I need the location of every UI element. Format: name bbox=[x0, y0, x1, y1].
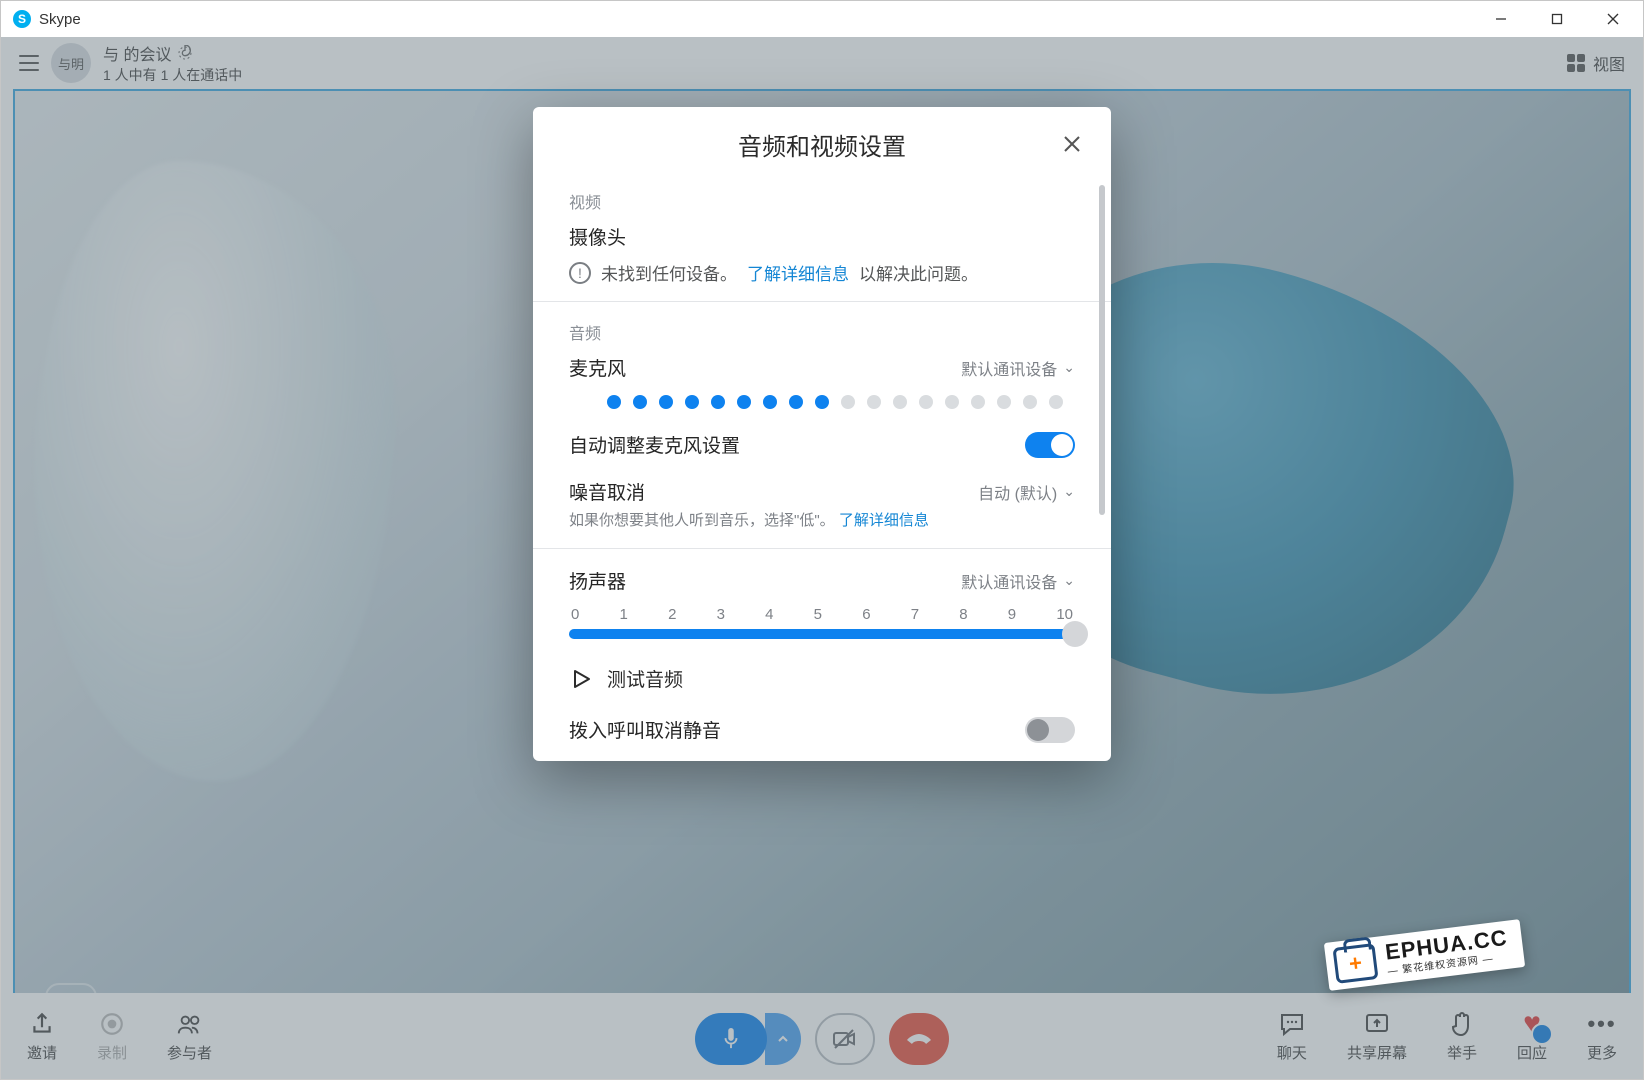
camera-not-found-text: 未找到任何设备。 bbox=[601, 260, 737, 285]
grid-icon bbox=[1567, 54, 1585, 72]
chevron-down-icon: ⌄ bbox=[1063, 572, 1075, 589]
window-minimize-button[interactable] bbox=[1473, 1, 1529, 37]
modal-title: 音频和视频设置 bbox=[738, 127, 906, 162]
camera-label: 摄像头 bbox=[569, 223, 1075, 250]
call-header: 与明 与 的会议 1 人中有 1 人在通话中 视图 bbox=[1, 37, 1643, 89]
hangup-icon bbox=[904, 1030, 934, 1048]
alert-icon: ! bbox=[569, 262, 591, 284]
share-screen-icon bbox=[1363, 1010, 1391, 1038]
menu-icon[interactable] bbox=[19, 55, 39, 71]
noise-cancel-learn-more-link[interactable]: 了解详细信息 bbox=[839, 512, 929, 529]
share-icon bbox=[28, 1010, 56, 1038]
window-maximize-button[interactable] bbox=[1529, 1, 1585, 37]
noise-cancel-select[interactable]: 自动 (默认) ⌄ bbox=[978, 480, 1075, 504]
share-screen-button[interactable]: 共享屏幕 bbox=[1347, 1010, 1407, 1063]
volume-slider-thumb[interactable] bbox=[1062, 621, 1088, 647]
volume-slider[interactable] bbox=[569, 629, 1075, 639]
camera-not-found-suffix: 以解决此问题。 bbox=[859, 260, 978, 285]
microphone-icon bbox=[720, 1025, 742, 1053]
settings-gear-icon[interactable] bbox=[177, 45, 193, 61]
end-call-button[interactable] bbox=[889, 1013, 949, 1065]
unmute-incoming-toggle[interactable] bbox=[1025, 717, 1075, 743]
noise-cancel-label: 噪音取消 bbox=[569, 478, 645, 505]
more-button[interactable]: ••• 更多 bbox=[1587, 1010, 1617, 1063]
call-toolbar: 邀请 录制 参与者 bbox=[1, 993, 1643, 1079]
view-label: 视图 bbox=[1593, 51, 1625, 75]
view-toggle[interactable]: 视图 bbox=[1567, 51, 1625, 75]
more-icon: ••• bbox=[1588, 1010, 1616, 1038]
camera-off-icon bbox=[831, 1028, 859, 1050]
play-icon bbox=[569, 667, 593, 691]
window-close-button[interactable] bbox=[1585, 1, 1641, 37]
hand-icon bbox=[1448, 1010, 1476, 1038]
avatar[interactable]: 与明 bbox=[51, 43, 91, 83]
modal-close-button[interactable] bbox=[1057, 129, 1087, 159]
meeting-title: 与 的会议 bbox=[103, 41, 171, 65]
scrollbar-thumb[interactable] bbox=[1099, 185, 1105, 515]
raise-hand-button[interactable]: 举手 bbox=[1447, 1010, 1477, 1063]
speaker-label: 扬声器 bbox=[569, 567, 626, 594]
mute-options-button[interactable] bbox=[765, 1013, 801, 1065]
unmute-incoming-label: 拨入呼叫取消静音 bbox=[569, 716, 721, 743]
skype-logo-icon: S bbox=[13, 10, 31, 28]
chat-icon bbox=[1278, 1010, 1306, 1038]
speaker-device-select[interactable]: 默认通讯设备 ⌄ bbox=[961, 569, 1075, 593]
volume-slider-labels: 012345678910 bbox=[569, 606, 1075, 623]
window-titlebar: S Skype bbox=[1, 1, 1643, 37]
close-icon bbox=[1062, 134, 1082, 154]
chat-button[interactable]: 聊天 bbox=[1277, 1010, 1307, 1063]
chevron-down-icon: ⌄ bbox=[1063, 483, 1075, 500]
microphone-device-select[interactable]: 默认通讯设备 ⌄ bbox=[961, 356, 1075, 380]
microphone-level-meter bbox=[607, 395, 1075, 409]
participants-status: 1 人中有 1 人在通话中 bbox=[103, 65, 242, 85]
notification-badge-icon bbox=[1531, 1023, 1553, 1045]
invite-button[interactable]: 邀请 bbox=[27, 1010, 57, 1063]
audio-section-label: 音频 bbox=[569, 320, 1075, 344]
mute-button[interactable] bbox=[695, 1013, 767, 1065]
participants-button[interactable]: 参与者 bbox=[167, 1010, 212, 1063]
audio-video-settings-modal: 音频和视频设置 视频 摄像头 ! 未找到任何设备。 了解详细信息以解决此问题。 … bbox=[533, 107, 1111, 761]
record-icon bbox=[98, 1010, 126, 1038]
camera-button[interactable] bbox=[815, 1013, 875, 1065]
app-name: Skype bbox=[39, 11, 81, 28]
noise-cancel-description: 如果你想要其他人听到音乐，选择"低"。 bbox=[569, 512, 835, 529]
auto-adjust-label: 自动调整麦克风设置 bbox=[569, 431, 740, 458]
video-section-label: 视频 bbox=[569, 189, 1075, 213]
chevron-up-icon bbox=[776, 1032, 790, 1046]
record-button[interactable]: 录制 bbox=[97, 1010, 127, 1063]
react-button[interactable]: ♥ 回应 bbox=[1517, 1010, 1547, 1063]
camera-learn-more-link[interactable]: 了解详细信息 bbox=[747, 260, 849, 285]
auto-adjust-toggle[interactable] bbox=[1025, 432, 1075, 458]
watermark-icon: + bbox=[1333, 943, 1379, 984]
test-audio-button[interactable]: 测试音频 bbox=[569, 665, 1075, 692]
microphone-label: 麦克风 bbox=[569, 354, 626, 381]
chevron-down-icon: ⌄ bbox=[1063, 359, 1075, 376]
people-icon bbox=[176, 1010, 204, 1038]
